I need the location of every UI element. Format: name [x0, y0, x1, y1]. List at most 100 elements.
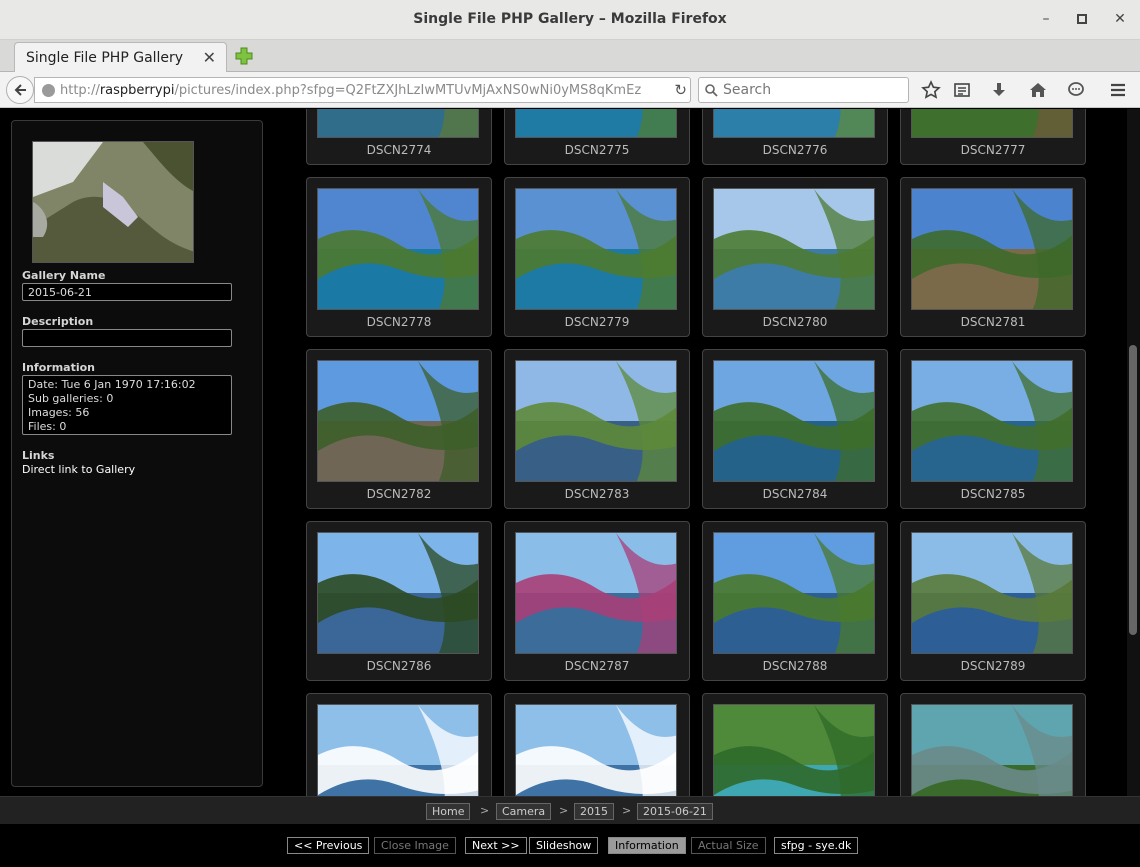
chat-icon[interactable] [1066, 80, 1086, 100]
thumbnail-image[interactable] [911, 360, 1073, 482]
thumbnail-caption[interactable]: DSCN2781 [901, 315, 1085, 329]
breadcrumb-2015[interactable]: 2015 [574, 803, 614, 820]
gallery-thumbnail[interactable] [306, 693, 492, 796]
gallery-thumbnail[interactable]: DSCN2776 [702, 109, 888, 165]
description-label: Description [22, 315, 94, 328]
information-button[interactable]: Information [608, 837, 686, 854]
thumbnail-caption[interactable]: DSCN2787 [505, 659, 689, 673]
close-window-icon[interactable]: ✕ [1111, 10, 1129, 28]
search-input[interactable] [723, 81, 903, 99]
url-bar[interactable]: http://raspberrypi/pictures/index.php?sf… [34, 77, 691, 103]
gallery-thumbnail[interactable]: DSCN2781 [900, 177, 1086, 337]
gallery-name-field: 2015-06-21 [22, 283, 232, 301]
bookmark-star-icon[interactable] [921, 80, 941, 100]
breadcrumb-camera[interactable]: Camera [496, 803, 552, 820]
url-path: /pictures/index.php?sfpg=Q2FtZXJhLzIwMTU… [174, 83, 642, 98]
direct-link-to-gallery[interactable]: Direct link to Gallery [22, 463, 135, 476]
sfpg-credit-link[interactable]: sfpg - sye.dk [774, 837, 859, 854]
gallery-preview-image[interactable] [32, 141, 194, 263]
tab-strip: Single File PHP Gallery ✕ [0, 40, 1140, 73]
description-field [22, 329, 232, 347]
thumbnail-image[interactable] [515, 188, 677, 310]
thumbnail-image[interactable] [911, 188, 1073, 310]
breadcrumb-home[interactable]: Home [426, 803, 471, 820]
menu-hamburger-icon[interactable] [1108, 80, 1128, 100]
back-button[interactable] [6, 76, 34, 104]
gallery-thumbnail[interactable]: DSCN2787 [504, 521, 690, 681]
actual-size-button[interactable]: Actual Size [691, 837, 766, 854]
minimize-icon[interactable]: – [1037, 10, 1055, 28]
tab-close-icon[interactable]: ✕ [203, 48, 216, 67]
gallery-thumbnail[interactable]: DSCN2782 [306, 349, 492, 509]
gallery-thumbnail[interactable]: DSCN2789 [900, 521, 1086, 681]
gallery-thumbnail[interactable]: DSCN2784 [702, 349, 888, 509]
gallery-page: DSCN2774 DSCN2775 DSCN2776 DSCN2777 DSCN2778… [0, 109, 1140, 867]
thumbnail-caption[interactable]: DSCN2775 [505, 143, 689, 157]
breadcrumb-2015-06-21[interactable]: 2015-06-21 [637, 803, 713, 820]
info-images: Images: 56 [28, 406, 90, 419]
thumbnail-caption[interactable]: DSCN2783 [505, 487, 689, 501]
thumbnail-image[interactable] [713, 188, 875, 310]
gallery-thumbnail[interactable]: DSCN2786 [306, 521, 492, 681]
gallery-thumbnail[interactable]: DSCN2778 [306, 177, 492, 337]
thumbnail-caption[interactable]: DSCN2784 [703, 487, 887, 501]
thumbnail-image[interactable] [515, 360, 677, 482]
navigation-toolbar: http://raspberrypi/pictures/index.php?sf… [0, 72, 1140, 108]
new-tab-plus-icon[interactable] [234, 46, 254, 66]
gallery-thumbnail[interactable]: DSCN2775 [504, 109, 690, 165]
gallery-thumbnail[interactable]: DSCN2783 [504, 349, 690, 509]
thumbnail-image[interactable] [515, 532, 677, 654]
gallery-thumbnail[interactable]: DSCN2785 [900, 349, 1086, 509]
reading-list-icon[interactable] [952, 80, 972, 100]
previous-button[interactable]: << Previous [287, 837, 370, 854]
thumbnail-caption[interactable]: DSCN2774 [307, 143, 491, 157]
breadcrumb-separator: > [622, 804, 632, 817]
thumbnail-caption[interactable]: DSCN2778 [307, 315, 491, 329]
gallery-thumbnail[interactable] [504, 693, 690, 796]
thumbnail-caption[interactable]: DSCN2782 [307, 487, 491, 501]
thumbnail-caption[interactable]: DSCN2785 [901, 487, 1085, 501]
search-bar[interactable] [698, 77, 909, 103]
thumbnail-image[interactable] [515, 704, 677, 796]
thumbnail-image[interactable] [911, 109, 1073, 138]
gallery-thumbnail[interactable]: DSCN2780 [702, 177, 888, 337]
thumbnail-caption[interactable]: DSCN2777 [901, 143, 1085, 157]
thumbnail-image[interactable] [317, 188, 479, 310]
thumbnail-image[interactable] [317, 360, 479, 482]
page-scrollbar[interactable] [1127, 109, 1140, 796]
gallery-thumbnail[interactable]: DSCN2777 [900, 109, 1086, 165]
thumbnail-caption[interactable]: DSCN2776 [703, 143, 887, 157]
url-text[interactable]: http://raspberrypi/pictures/index.php?sf… [60, 83, 656, 98]
gallery-thumbnail[interactable]: DSCN2774 [306, 109, 492, 165]
reload-icon[interactable]: ↻ [674, 81, 687, 99]
breadcrumb-separator: > [559, 804, 569, 817]
thumbnail-image[interactable] [317, 532, 479, 654]
gallery-thumbnail[interactable] [702, 693, 888, 796]
info-sub-galleries: Sub galleries: 0 [28, 392, 114, 405]
thumbnail-image[interactable] [317, 109, 479, 138]
thumbnail-caption[interactable]: DSCN2789 [901, 659, 1085, 673]
thumbnail-image[interactable] [515, 109, 677, 138]
home-icon[interactable] [1028, 80, 1048, 100]
slideshow-button[interactable]: Slideshow [529, 837, 599, 854]
thumbnail-image[interactable] [713, 704, 875, 796]
gallery-thumbnail[interactable] [900, 693, 1086, 796]
thumbnail-caption[interactable]: DSCN2788 [703, 659, 887, 673]
tab-gallery[interactable]: Single File PHP Gallery ✕ [14, 42, 227, 73]
thumbnail-image[interactable] [713, 532, 875, 654]
downloads-icon[interactable] [989, 80, 1009, 100]
thumbnail-image[interactable] [713, 109, 875, 138]
thumbnail-image[interactable] [317, 704, 479, 796]
gallery-thumbnail[interactable]: DSCN2779 [504, 177, 690, 337]
thumbnail-image[interactable] [713, 360, 875, 482]
next-button[interactable]: Next >> [465, 837, 527, 854]
thumbnail-caption[interactable]: DSCN2786 [307, 659, 491, 673]
gallery-thumbnail[interactable]: DSCN2788 [702, 521, 888, 681]
scrollbar-thumb[interactable] [1129, 345, 1137, 635]
maximize-icon[interactable] [1073, 10, 1091, 28]
thumbnail-image[interactable] [911, 704, 1073, 796]
thumbnail-caption[interactable]: DSCN2780 [703, 315, 887, 329]
thumbnail-caption[interactable]: DSCN2779 [505, 315, 689, 329]
thumbnail-image[interactable] [911, 532, 1073, 654]
close-image-button[interactable]: Close Image [374, 837, 456, 854]
